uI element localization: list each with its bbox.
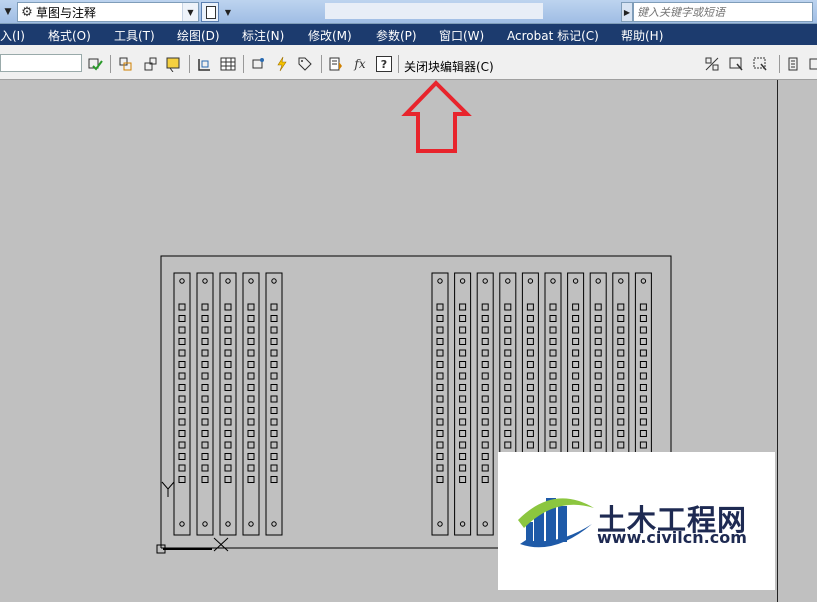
attribute-tag-icon[interactable]: [297, 56, 313, 72]
chevron-down-icon[interactable]: ▼: [221, 2, 235, 22]
toolbar-separator: [779, 55, 780, 73]
toolbar-separator: [243, 55, 244, 73]
make-visible-icon[interactable]: [728, 56, 744, 72]
search-input[interactable]: [633, 2, 813, 22]
visibility-icon[interactable]: [704, 56, 720, 72]
menu-parametric[interactable]: 参数(P): [376, 27, 417, 44]
menu-format[interactable]: 格式(O): [48, 27, 91, 44]
menu-acrobat[interactable]: Acrobat 标记(C): [507, 27, 599, 44]
workspace-label: 草图与注释: [36, 5, 97, 20]
logo-mark-icon: [518, 498, 594, 548]
edit-block-icon[interactable]: [87, 56, 103, 72]
visibility-states-icon[interactable]: [786, 56, 802, 72]
gear-icon: ⚙: [21, 4, 33, 20]
chevron-down-icon[interactable]: ▼: [182, 3, 198, 21]
table-icon[interactable]: [220, 56, 236, 72]
make-invisible-icon[interactable]: [752, 56, 768, 72]
block-table-icon[interactable]: [196, 56, 212, 72]
fx-icon[interactable]: fx: [352, 56, 368, 72]
menu-tools[interactable]: 工具(T): [114, 27, 155, 44]
watermark-url: www.civilcn.com: [597, 528, 747, 547]
menu-dimension[interactable]: 标注(N): [242, 27, 284, 44]
authoring-palette-icon[interactable]: [165, 56, 181, 72]
toolbar-separator: [321, 55, 322, 73]
menu-help[interactable]: 帮助(H): [621, 27, 663, 44]
parameter-icon[interactable]: [250, 56, 266, 72]
close-block-editor-button[interactable]: 关闭块编辑器(C): [404, 58, 494, 75]
more-tools-icon[interactable]: [808, 56, 817, 72]
menu-window[interactable]: 窗口(W): [439, 27, 484, 44]
help-icon[interactable]: ?: [376, 56, 392, 72]
toolbar-separator: [110, 55, 111, 73]
save-block-icon[interactable]: [117, 56, 133, 72]
menu-draw[interactable]: 绘图(D): [177, 27, 220, 44]
workspace-bar: ▼ ⚙ 草图与注释 ▼ ▼ ▶: [0, 0, 817, 24]
block-editor-toolbar: fx ? 关闭块编辑器(C): [0, 45, 817, 80]
search-expand-icon[interactable]: ▶: [621, 2, 633, 22]
toolbar-separator: [398, 55, 399, 73]
title-area: [325, 3, 543, 19]
save-block-as-icon[interactable]: [142, 56, 158, 72]
workspace-settings-button[interactable]: [201, 2, 219, 22]
workspace-arrow-icon[interactable]: ▼: [0, 2, 16, 22]
menu-insert[interactable]: 入(I): [0, 27, 25, 44]
menu-modify[interactable]: 修改(M): [308, 27, 352, 44]
menu-bar: 入(I) 格式(O) 工具(T) 绘图(D) 标注(N) 修改(M) 参数(P)…: [0, 24, 817, 45]
workspace-combo[interactable]: ⚙ 草图与注释 ▼: [17, 2, 199, 22]
toolbar-separator: [189, 55, 190, 73]
right-pane: [778, 80, 817, 602]
define-attribute-icon[interactable]: [328, 56, 344, 72]
block-name-field[interactable]: [0, 54, 82, 72]
action-lightning-icon[interactable]: [274, 56, 290, 72]
